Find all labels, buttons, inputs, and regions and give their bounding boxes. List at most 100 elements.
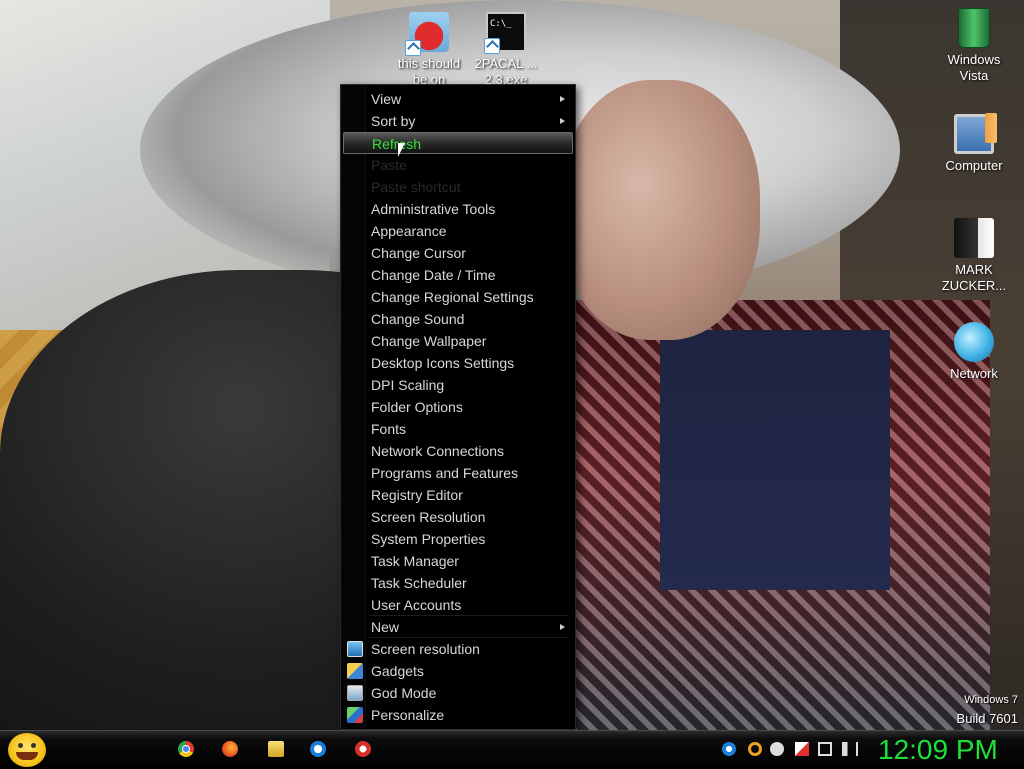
- network-icon: [954, 322, 994, 362]
- menu-item-view[interactable]: View: [343, 88, 573, 110]
- desktop-icon-label: Computer: [945, 158, 1003, 173]
- menu-item-dpi-scaling[interactable]: DPI Scaling: [343, 374, 573, 396]
- menu-item-label: User Accounts: [371, 597, 462, 613]
- desktop-icon-2pacal[interactable]: C:\_ 2PACAL ... 2.3.exe: [466, 12, 546, 88]
- menu-item-label: Programs and Features: [371, 465, 519, 481]
- menu-item-label: Gadgets: [371, 663, 424, 679]
- menu-item-network-connections[interactable]: Network Connections: [343, 440, 573, 462]
- wallpaper-face: [560, 80, 760, 340]
- desktop-icon-label: MARK ZUCKER...: [941, 262, 1007, 293]
- menu-item-system-properties[interactable]: System Properties: [343, 528, 573, 550]
- submenu-arrow-icon: [560, 624, 565, 630]
- action-center-flag-icon[interactable]: [795, 742, 809, 756]
- menu-item-label: Personalize: [371, 707, 445, 723]
- menu-item-fonts[interactable]: Fonts: [343, 418, 573, 440]
- teamviewer-icon[interactable]: [310, 741, 326, 757]
- menu-item-appearance[interactable]: Appearance: [343, 220, 573, 242]
- menu-item-label: View: [371, 91, 402, 107]
- windows-version-watermark: Windows 7: [964, 694, 1018, 706]
- menu-item-paste[interactable]: Paste: [343, 154, 573, 176]
- menu-item-screen-resolution[interactable]: Screen Resolution: [343, 506, 573, 528]
- cmd-icon-text: C:\_: [490, 19, 512, 29]
- teamviewer-tray-icon[interactable]: [722, 742, 736, 756]
- gadgets-icon: [347, 663, 363, 679]
- menu-item-change-sound[interactable]: Change Sound: [343, 308, 573, 330]
- computer-icon: [954, 113, 997, 154]
- menu-item-paste-shortcut[interactable]: Paste shortcut: [343, 176, 573, 198]
- submenu-arrow-icon: [560, 96, 565, 102]
- desktop-icon-angry-birds[interactable]: this should be on: [389, 12, 469, 88]
- menu-item-new[interactable]: New: [343, 616, 573, 638]
- file-explorer-icon[interactable]: [268, 741, 284, 757]
- menu-item-label: Sort by: [371, 113, 416, 129]
- mouse-pointer-icon: [398, 143, 405, 157]
- menu-item-label: Paste: [371, 157, 407, 173]
- menu-item-sort-by[interactable]: Sort by: [343, 110, 573, 132]
- opera-icon[interactable]: [355, 741, 371, 757]
- messenger-tray-icon[interactable]: [770, 742, 784, 756]
- menu-item-label: DPI Scaling: [371, 377, 445, 393]
- menu-item-gadgets[interactable]: Gadgets: [343, 660, 573, 682]
- menu-item-label: Appearance: [371, 223, 447, 239]
- chrome-icon[interactable]: [178, 741, 194, 757]
- firefox-icon[interactable]: [222, 741, 238, 757]
- user-portrait-icon: [954, 218, 994, 258]
- shortcut-arrow-icon: [405, 40, 421, 56]
- desktop-icon-label: Network: [950, 366, 998, 381]
- menu-item-registry-editor[interactable]: Registry Editor: [343, 484, 573, 506]
- taskbar: 12:09 PM: [0, 730, 1024, 769]
- network-tray-icon[interactable]: [818, 742, 832, 756]
- menu-item-label: Refresh: [372, 136, 422, 152]
- wallpaper-navy-panel: [660, 330, 890, 590]
- taskbar-clock[interactable]: 12:09 PM: [878, 733, 998, 767]
- desktop-icon-network[interactable]: Network: [934, 322, 1014, 382]
- desktop-icon-mark-zucker[interactable]: MARK ZUCKER...: [934, 218, 1014, 294]
- recycle-bin-icon: [958, 8, 990, 48]
- desktop-icon-computer[interactable]: Computer: [934, 113, 1014, 174]
- search-tray-icon[interactable]: [748, 742, 762, 756]
- menu-item-label: Change Cursor: [371, 245, 466, 261]
- menu-item-change-date-time[interactable]: Change Date / Time: [343, 264, 573, 286]
- angry-birds-icon: [405, 12, 449, 56]
- menu-item-screen-resolution-2[interactable]: Screen resolution: [343, 638, 573, 660]
- menu-item-label: Administrative Tools: [371, 201, 496, 217]
- menu-item-change-wallpaper[interactable]: Change Wallpaper: [343, 330, 573, 352]
- windows-build-watermark: Build 7601: [956, 711, 1018, 726]
- submenu-arrow-icon: [560, 118, 565, 124]
- menu-item-desktop-icons-settings[interactable]: Desktop Icons Settings: [343, 352, 573, 374]
- smiley-start-icon[interactable]: [8, 733, 46, 767]
- menu-item-label: Change Regional Settings: [371, 289, 534, 305]
- menu-item-label: Task Manager: [371, 553, 459, 569]
- menu-item-folder-options[interactable]: Folder Options: [343, 396, 573, 418]
- menu-item-label: Change Wallpaper: [371, 333, 487, 349]
- desktop-context-menu: View Sort by Refresh Paste Paste shortcu…: [340, 84, 576, 730]
- menu-item-label: Fonts: [371, 421, 407, 437]
- menu-item-label: Screen Resolution: [371, 509, 486, 525]
- volume-icon[interactable]: [842, 742, 858, 756]
- menu-item-task-scheduler[interactable]: Task Scheduler: [343, 572, 573, 594]
- desktop-icon-label: Windows Vista: [947, 52, 1001, 83]
- menu-item-change-cursor[interactable]: Change Cursor: [343, 242, 573, 264]
- menu-item-label: Network Connections: [371, 443, 505, 459]
- menu-item-label: Registry Editor: [371, 487, 463, 503]
- menu-item-task-manager[interactable]: Task Manager: [343, 550, 573, 572]
- menu-item-programs-and-features[interactable]: Programs and Features: [343, 462, 573, 484]
- menu-item-label: Change Sound: [371, 311, 465, 327]
- menu-item-refresh[interactable]: Refresh: [343, 132, 573, 154]
- menu-item-label: System Properties: [371, 531, 486, 547]
- menu-item-user-accounts[interactable]: User Accounts: [343, 594, 573, 616]
- personalize-icon: [347, 707, 363, 723]
- menu-item-label: Change Date / Time: [371, 267, 496, 283]
- menu-item-god-mode[interactable]: God Mode: [343, 682, 573, 704]
- god-mode-icon: [347, 685, 363, 701]
- menu-item-label: Screen resolution: [371, 641, 480, 657]
- desktop-icon-recycle-bin[interactable]: Windows Vista: [934, 8, 1014, 84]
- screen-resolution-icon: [347, 641, 363, 657]
- menu-item-change-regional-settings[interactable]: Change Regional Settings: [343, 286, 573, 308]
- command-prompt-icon: C:\_: [484, 12, 526, 54]
- menu-item-label: Paste shortcut: [371, 179, 461, 195]
- menu-item-label: Folder Options: [371, 399, 463, 415]
- menu-item-label: New: [371, 619, 400, 635]
- menu-item-administrative-tools[interactable]: Administrative Tools: [343, 198, 573, 220]
- menu-item-personalize[interactable]: Personalize: [343, 704, 573, 726]
